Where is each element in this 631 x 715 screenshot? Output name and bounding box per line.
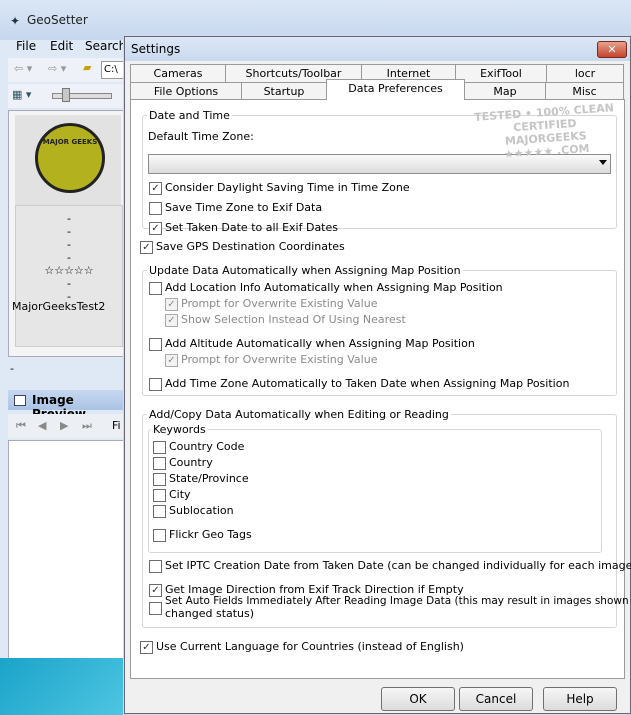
close-button[interactable]: ✕ bbox=[597, 41, 627, 58]
checkbox-box bbox=[149, 338, 162, 351]
checkbox-box bbox=[149, 378, 162, 391]
info-dash: - bbox=[67, 251, 71, 264]
data-preferences-page: Date and Time Default Time Zone: ✓ Consi… bbox=[130, 99, 631, 679]
checkbox-box: ✓ bbox=[165, 298, 178, 311]
thumbnail-image[interactable]: MAJOR GEEKS bbox=[15, 115, 121, 207]
tab-startup[interactable]: Startup bbox=[241, 82, 327, 100]
dialog-title-bar: Settings ✕ bbox=[125, 37, 630, 61]
checkbox-box bbox=[149, 282, 162, 295]
menu-search[interactable]: Search bbox=[85, 39, 126, 53]
thumbnail-filename: MajorGeeksTest2 bbox=[12, 300, 106, 313]
previous-icon[interactable]: ◀ bbox=[38, 419, 46, 432]
desktop-background bbox=[0, 658, 126, 715]
preview-window-icon bbox=[14, 395, 26, 406]
app-title-bar: ✦ GeoSetter bbox=[0, 0, 631, 40]
tab-data-preferences[interactable]: Data Preferences bbox=[326, 79, 465, 100]
majorgeeks-logo: MAJOR GEEKS bbox=[35, 123, 105, 193]
tab-map[interactable]: Map bbox=[464, 82, 546, 100]
view-mode-icon[interactable]: ▦ ▾ bbox=[12, 88, 31, 101]
view-toolbar: ▦ ▾ bbox=[8, 84, 126, 108]
forward-arrow-icon[interactable]: ⇨ ▾ bbox=[48, 62, 66, 75]
checkbox-box bbox=[153, 473, 166, 486]
add-copy-data-title: Add/Copy Data Automatically when Editing… bbox=[147, 408, 451, 421]
checkbox-box bbox=[153, 489, 166, 502]
checkbox-box bbox=[149, 560, 162, 573]
back-arrow-icon[interactable]: ⇦ ▾ bbox=[14, 62, 32, 75]
cancel-button[interactable]: Cancel bbox=[459, 687, 533, 711]
tab-misc[interactable]: Misc bbox=[545, 82, 624, 100]
update-data-group: Update Data Automatically when Assigning… bbox=[142, 264, 617, 396]
info-dash: - bbox=[67, 277, 71, 290]
image-preview-header: Image Preview bbox=[8, 390, 126, 421]
info-dash: - bbox=[67, 212, 71, 225]
checkbox-box: ✓ bbox=[149, 182, 162, 195]
checkbox-box: ✓ bbox=[165, 354, 178, 367]
date-time-title: Date and Time bbox=[147, 109, 232, 122]
tab-cameras[interactable]: Cameras bbox=[130, 64, 226, 82]
thumbnail-info: - - - - ☆☆☆☆☆ - - bbox=[15, 205, 123, 347]
folder-icon[interactable]: ▰ bbox=[83, 61, 91, 74]
status-dash: - bbox=[10, 362, 14, 375]
tab-locr[interactable]: locr bbox=[546, 64, 624, 82]
checkbox-box bbox=[149, 602, 162, 615]
majorgeeks-watermark: TESTED • 100% CLEAN CERTIFIED MAJORGEEKS… bbox=[473, 101, 615, 161]
info-dash: - bbox=[67, 225, 71, 238]
checkbox-box bbox=[149, 202, 162, 215]
thumbnail-panel: MAJOR GEEKS - - - - ☆☆☆☆☆ - - bbox=[8, 110, 128, 357]
next-icon[interactable]: ▶ bbox=[60, 419, 68, 432]
slider-handle[interactable] bbox=[62, 88, 70, 102]
checkbox-box bbox=[153, 441, 166, 454]
update-data-title: Update Data Automatically when Assigning… bbox=[147, 264, 463, 277]
time-zone-label: Default Time Zone: bbox=[148, 130, 254, 143]
image-preview-area bbox=[8, 440, 128, 660]
checkbox-box: ✓ bbox=[149, 584, 162, 597]
preview-navigation: ⏮ ◀ ▶ ⏭ Fi bbox=[8, 414, 126, 438]
add-copy-data-group: Add/Copy Data Automatically when Editing… bbox=[142, 408, 631, 628]
dialog-title: Settings bbox=[131, 42, 181, 56]
checkbox-box: ✓ bbox=[140, 641, 153, 654]
last-icon[interactable]: ⏭ bbox=[82, 419, 92, 433]
tab-exiftool[interactable]: ExifTool bbox=[455, 64, 547, 82]
menu-file[interactable]: File bbox=[16, 39, 36, 53]
checkbox-box bbox=[153, 505, 166, 518]
tab-file-options[interactable]: File Options bbox=[130, 82, 242, 100]
geosetter-logo-icon: ✦ bbox=[10, 14, 21, 28]
menu-bar: File Edit Search bbox=[8, 36, 128, 56]
checkbox-box: ✓ bbox=[165, 314, 178, 327]
fit-label[interactable]: Fi bbox=[112, 419, 121, 432]
help-button[interactable]: Help bbox=[543, 687, 617, 711]
keywords-title: Keywords bbox=[151, 423, 208, 436]
menu-edit[interactable]: Edit bbox=[50, 39, 73, 53]
rating-stars[interactable]: ☆☆☆☆☆ bbox=[16, 264, 122, 277]
thumbnail-size-slider[interactable] bbox=[52, 93, 112, 99]
keywords-group: Keywords Country Code Country State/Prov… bbox=[148, 423, 602, 553]
checkbox-box: ✓ bbox=[140, 241, 153, 254]
checkbox-box bbox=[153, 529, 166, 542]
checkbox-box bbox=[153, 457, 166, 470]
first-icon[interactable]: ⏮ bbox=[16, 419, 26, 433]
ok-button[interactable]: OK bbox=[381, 687, 455, 711]
app-title: GeoSetter bbox=[27, 13, 88, 27]
checkbox-box: ✓ bbox=[149, 222, 162, 235]
info-dash: - bbox=[67, 238, 71, 251]
navigation-toolbar: ⇦ ▾ ⇨ ▾ ▰ C:\ bbox=[8, 58, 129, 82]
